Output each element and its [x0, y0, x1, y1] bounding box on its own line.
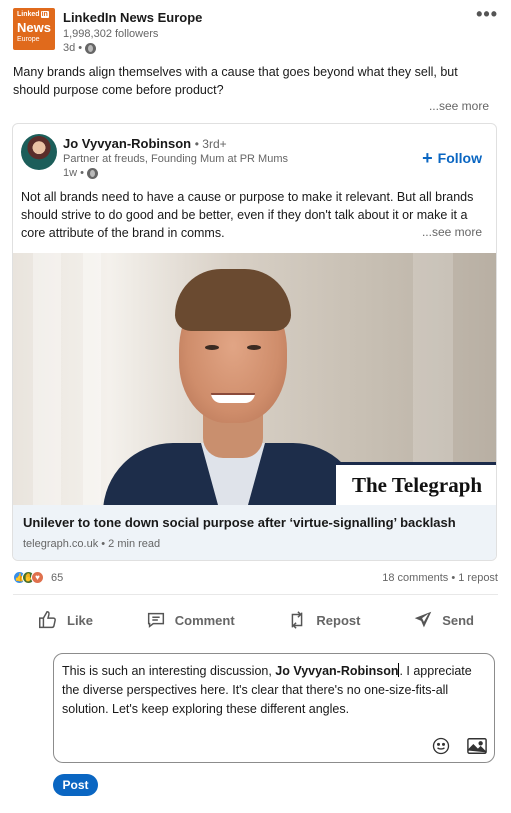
divider	[13, 594, 498, 595]
love-reaction-icon: ♥	[31, 571, 44, 584]
image-icon[interactable]	[466, 736, 488, 756]
reaction-icons[interactable]: 👍 ✋ ♥	[13, 571, 44, 584]
article-image[interactable]: The Telegraph	[13, 253, 496, 505]
follow-label: Follow	[437, 150, 482, 166]
action-bar: Like Comment Repost Send	[13, 604, 498, 636]
like-button[interactable]: Like	[37, 604, 93, 636]
shared-timestamp: 1w •	[63, 167, 98, 179]
post-timestamp: 3d •	[63, 42, 97, 54]
like-label: Like	[67, 612, 94, 628]
author-followers: 1,998,302 followers	[63, 28, 159, 40]
telegraph-watermark: The Telegraph	[336, 462, 496, 505]
logo-text-linked: Linked	[17, 11, 40, 18]
social-counts: 👍 ✋ ♥ 65 18 comments • 1 repost	[13, 570, 498, 586]
shared-author-headline: Partner at freuds, Founding Mum at PR Mu…	[63, 153, 288, 165]
avatar[interactable]	[21, 134, 57, 170]
repost-button[interactable]: Repost	[286, 604, 360, 636]
comment-label: Comment	[174, 612, 235, 628]
mention-tag: Jo Vyvyan-Robinson	[275, 664, 399, 678]
send-button[interactable]: Send	[412, 604, 474, 636]
article-source: telegraph.co.uk • 2 min read	[23, 538, 161, 550]
comment-icon	[147, 612, 164, 628]
author-name[interactable]: LinkedIn News Europe	[63, 10, 202, 25]
comments-reposts-count[interactable]: 18 comments • 1 repost	[382, 572, 498, 584]
article-title: Unilever to tone down social purpose aft…	[23, 515, 456, 530]
more-menu-icon[interactable]: •••	[476, 5, 498, 23]
logo-text-in: in	[40, 11, 49, 18]
comment-text[interactable]: This is such an interesting discussion, …	[62, 662, 484, 719]
emoji-icon[interactable]	[431, 736, 451, 756]
comment-text-before: This is such an interesting discussion,	[62, 664, 276, 678]
post-header: Linked in News Europe LinkedIn News Europ…	[13, 5, 498, 58]
portrait-photo	[103, 263, 363, 505]
repost-icon	[292, 611, 303, 629]
logo-text-europe: Europe	[17, 36, 40, 43]
shared-post-card: Jo Vyvyan-Robinson • 3rd+ Partner at fre…	[12, 123, 497, 561]
repost-label: Repost	[316, 612, 361, 628]
post-button[interactable]: Post	[53, 774, 98, 796]
like-icon	[39, 611, 56, 629]
plus-icon: +	[422, 148, 433, 168]
comment-input[interactable]: This is such an interesting discussion, …	[53, 653, 495, 763]
logo-text-news: News	[17, 20, 51, 35]
globe-icon	[85, 42, 97, 54]
shared-time-text: 1w •	[63, 167, 84, 179]
post-time-text: 3d •	[63, 42, 83, 54]
reaction-count[interactable]: 65	[51, 572, 63, 584]
connection-degree: • 3rd+	[194, 137, 227, 151]
see-more-link[interactable]: ...see more	[429, 99, 489, 113]
comment-button[interactable]: Comment	[145, 604, 235, 636]
article-link[interactable]: Unilever to tone down social purpose aft…	[13, 505, 496, 560]
post-commentary: Many brands align themselves with a caus…	[13, 65, 458, 97]
globe-icon	[86, 167, 98, 179]
send-label: Send	[442, 612, 474, 628]
see-more-link[interactable]: ...see more	[417, 225, 482, 239]
shared-author-name[interactable]: Jo Vyvyan-Robinson • 3rd+	[63, 136, 227, 151]
shared-author-name-text: Jo Vyvyan-Robinson	[63, 136, 192, 151]
send-icon	[414, 611, 432, 628]
follow-button[interactable]: + Follow	[422, 148, 482, 168]
linkedin-news-logo[interactable]: Linked in News Europe	[13, 8, 55, 50]
